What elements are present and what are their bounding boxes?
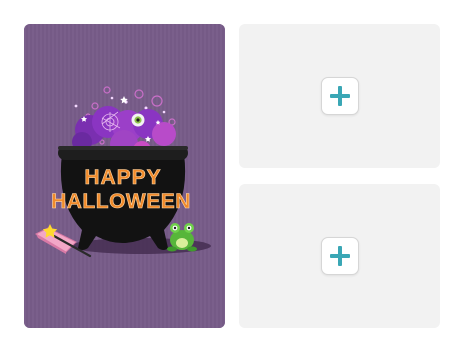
empty-card-slot-2	[239, 184, 440, 328]
add-card-button[interactable]	[320, 237, 359, 275]
eyeball-icon	[131, 113, 145, 127]
plus-icon	[329, 246, 350, 266]
halloween-illustration: HAPPY HALLOWEEN	[24, 24, 225, 328]
design-card-halloween[interactable]: HAPPY HALLOWEEN	[24, 24, 225, 328]
empty-card-slot-1	[239, 24, 440, 168]
plus-icon	[329, 86, 350, 106]
add-card-button[interactable]	[320, 77, 359, 115]
card-title-line2: HALLOWEEN	[51, 190, 191, 213]
card-title-line1: HAPPY	[84, 166, 161, 189]
